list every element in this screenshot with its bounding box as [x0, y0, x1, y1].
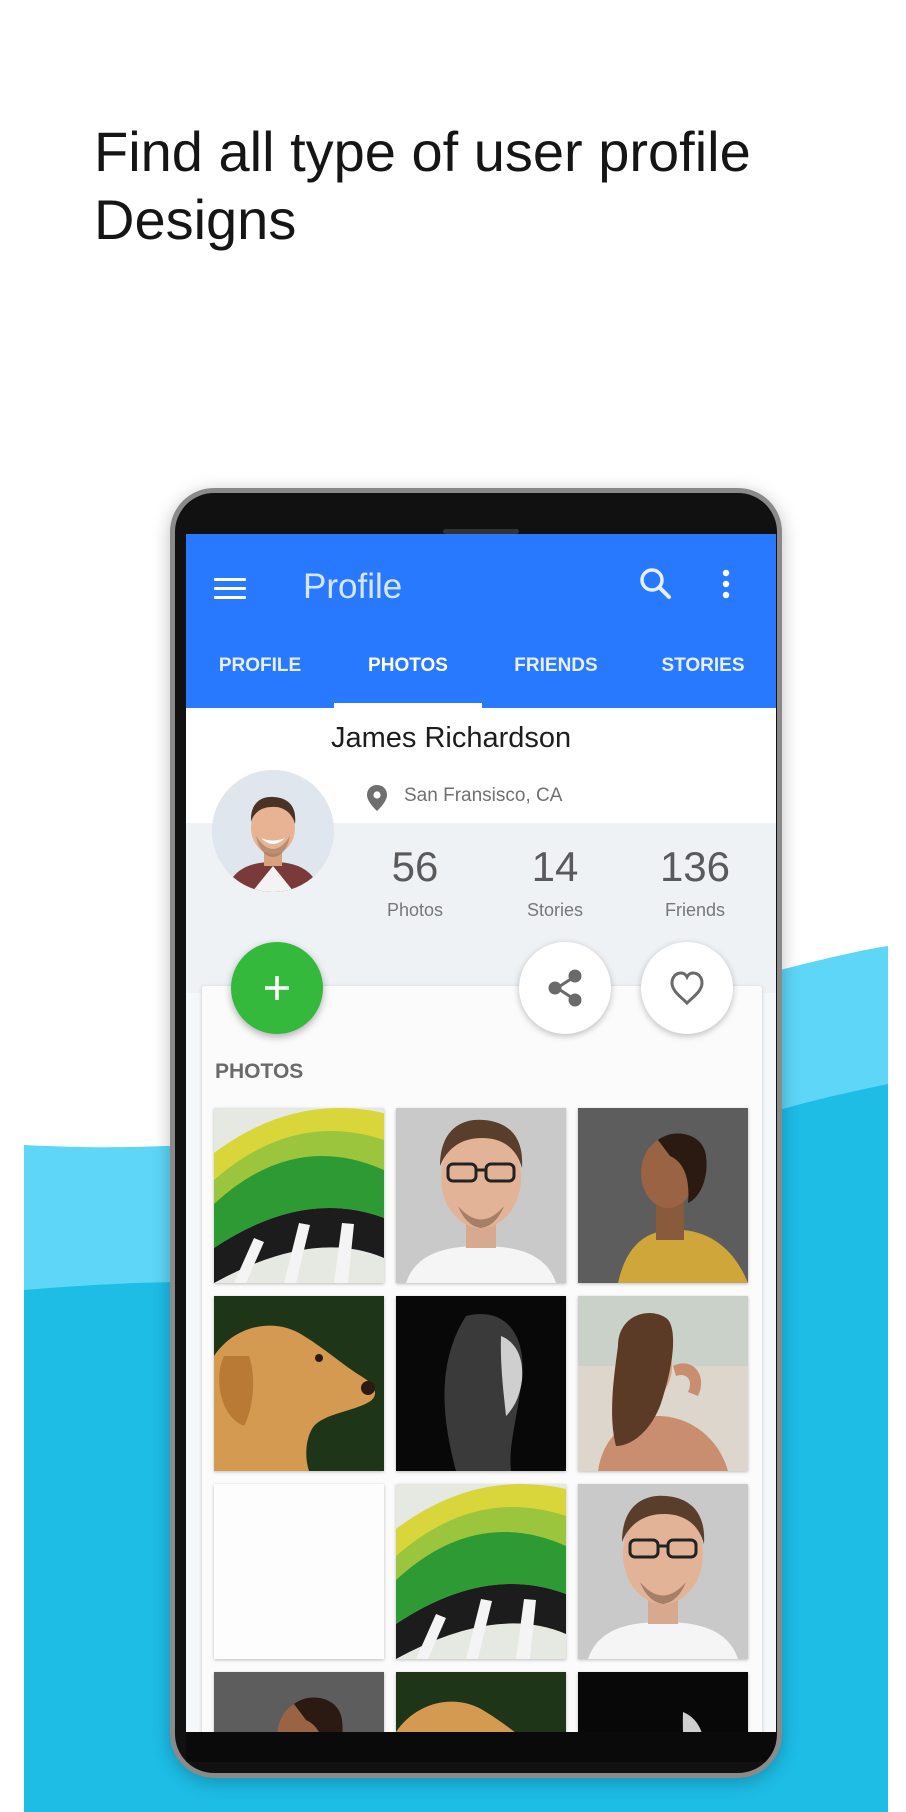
share-icon: [548, 969, 582, 1007]
stat-stories-value: 14: [531, 843, 579, 890]
stat-stories[interactable]: 14 Stories: [500, 842, 610, 921]
stat-friends[interactable]: 136 Friends: [640, 842, 750, 921]
photo-woman-dark-2[interactable]: [578, 1672, 748, 1732]
stat-photos-label: Photos: [386, 900, 444, 920]
photo-dog-2[interactable]: [396, 1672, 566, 1732]
tab-photos[interactable]: PHOTOS: [334, 646, 482, 686]
tab-stories[interactable]: STORIES: [630, 646, 776, 686]
add-button[interactable]: [231, 942, 323, 1034]
photo-man-glasses-2[interactable]: [578, 1484, 748, 1659]
more-vert-icon[interactable]: [716, 564, 736, 604]
user-name: James Richardson: [331, 722, 572, 754]
heart-icon: [670, 971, 704, 1006]
location-pin-icon: [367, 785, 387, 811]
stat-photos-value: 56: [391, 843, 439, 890]
favorite-button[interactable]: [641, 942, 733, 1034]
tab-friends[interactable]: FRIENDS: [482, 646, 630, 686]
photo-woman-profile[interactable]: [578, 1108, 748, 1283]
menu-icon[interactable]: [214, 574, 248, 604]
photos-section-title: PHOTOS: [215, 1060, 304, 1083]
avatar[interactable]: [212, 770, 334, 892]
photo-woman-beach[interactable]: [578, 1296, 748, 1471]
user-location: San Fransisco, CA: [404, 785, 563, 806]
stat-friends-value: 136: [659, 843, 731, 890]
stat-friends-label: Friends: [664, 900, 726, 920]
stat-photos[interactable]: 56 Photos: [360, 842, 470, 921]
app-bar: Profile PROFILE PHOTOS FRIENDS STORIES: [186, 534, 776, 708]
search-icon[interactable]: [636, 564, 676, 604]
photo-woman-profile-2[interactable]: [214, 1672, 384, 1732]
photo-color-swatches-2[interactable]: [396, 1484, 566, 1659]
share-button[interactable]: [519, 942, 611, 1034]
phone-screen: Profile PROFILE PHOTOS FRIENDS STORIES J…: [186, 534, 776, 1732]
plus-icon: [265, 976, 289, 1000]
photo-dog[interactable]: [214, 1296, 384, 1471]
stat-stories-label: Stories: [526, 900, 584, 920]
photo-woman-dark[interactable]: [396, 1296, 566, 1471]
app-title: Profile: [303, 567, 403, 606]
tab-profile[interactable]: PROFILE: [186, 646, 334, 686]
phone-frame: Profile PROFILE PHOTOS FRIENDS STORIES J…: [170, 488, 782, 1778]
photo-man-glasses[interactable]: [396, 1108, 566, 1283]
photo-color-swatches[interactable]: [214, 1108, 384, 1283]
phone-bottom-bezel: [186, 1732, 776, 1762]
photo-blank[interactable]: [214, 1484, 384, 1659]
